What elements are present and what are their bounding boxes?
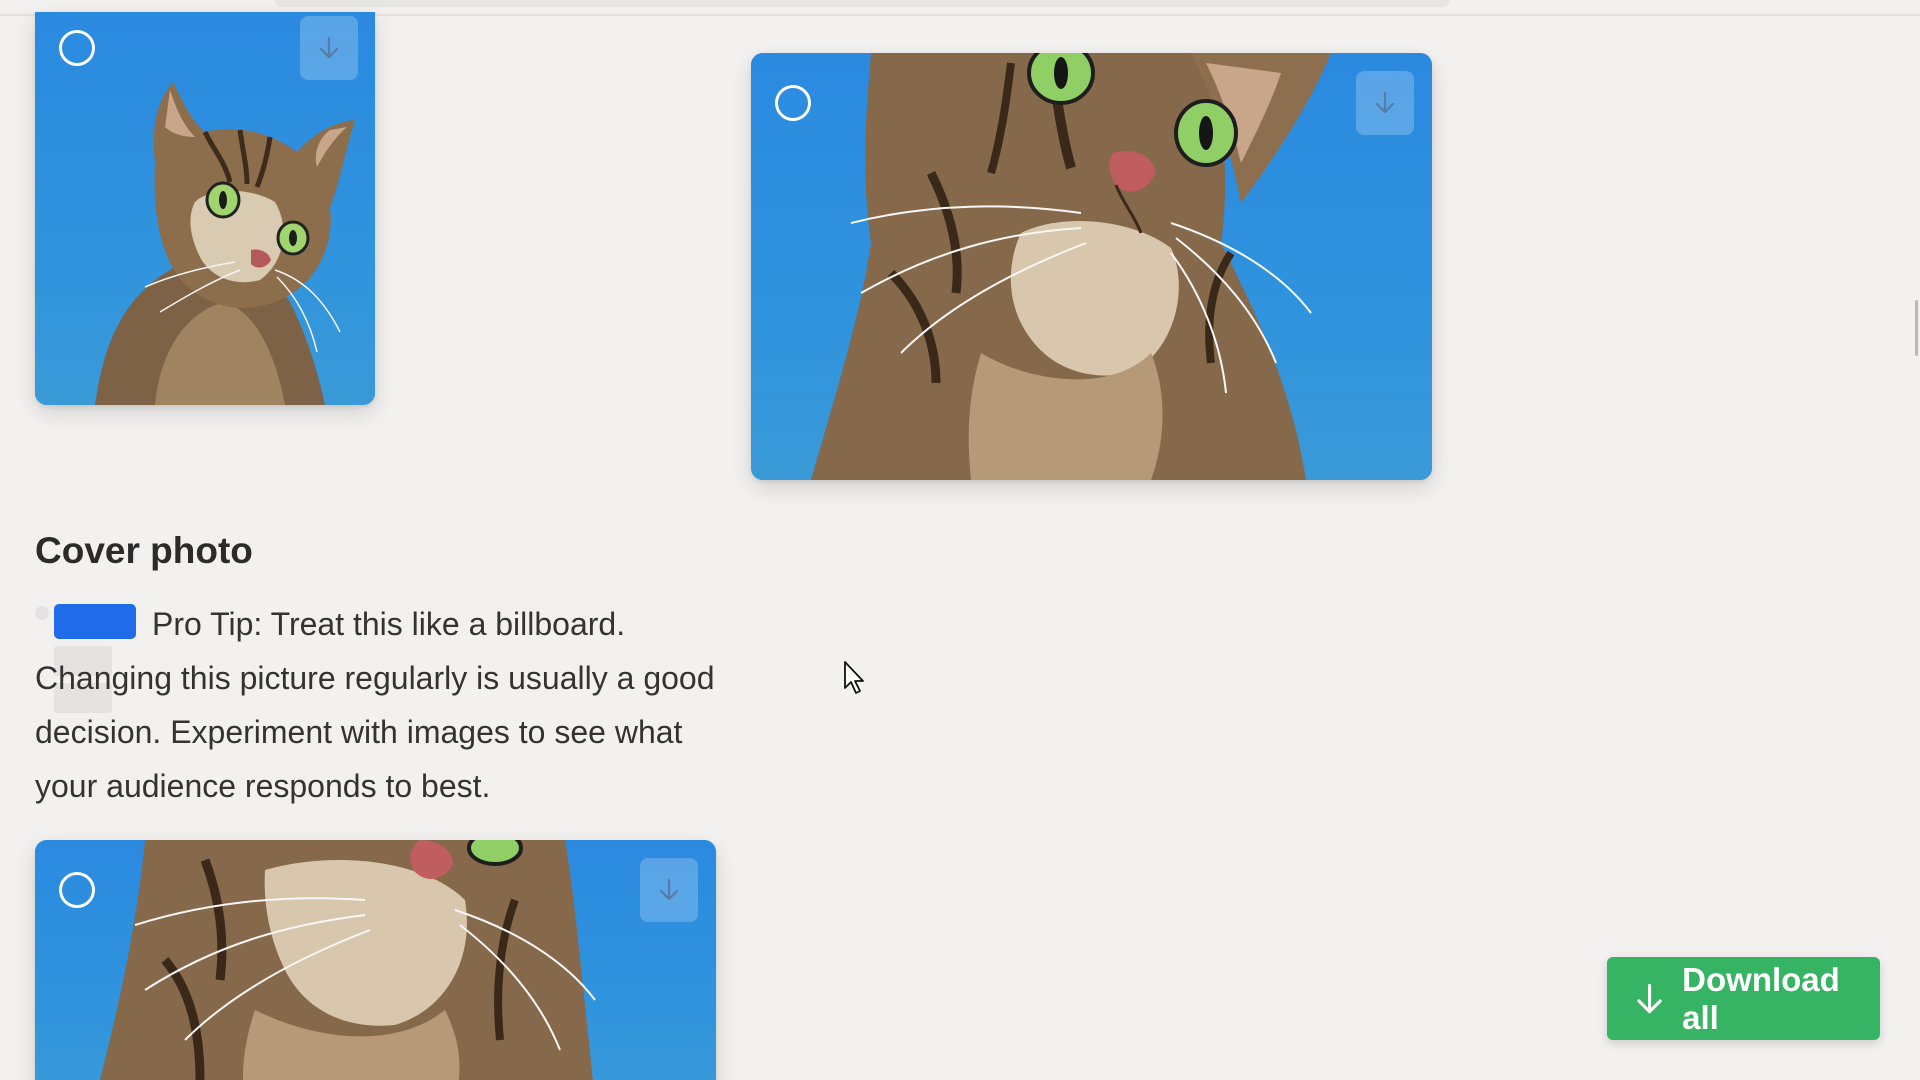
cat-photo [99, 840, 596, 1080]
download-button[interactable] [640, 858, 698, 922]
download-button[interactable] [1356, 71, 1414, 135]
arrow-down-icon [319, 36, 339, 59]
arrow-down-icon [659, 878, 679, 901]
image-card[interactable] [35, 12, 375, 405]
pro-tip-text: Pro Tip: Treat this like a billboard. Ch… [35, 606, 715, 804]
mouse-cursor-icon [844, 661, 864, 694]
scrollbar-thumb[interactable] [1915, 300, 1918, 356]
select-circle-icon[interactable] [59, 30, 95, 66]
image-card[interactable] [751, 53, 1432, 480]
download-button[interactable] [300, 16, 358, 80]
section-title: Cover photo [35, 530, 253, 571]
select-circle-icon[interactable] [775, 85, 811, 121]
download-all-label: Download all [1682, 960, 1840, 1036]
arrow-down-icon [1637, 983, 1662, 1013]
select-circle-icon[interactable] [59, 872, 95, 908]
top-tab-edge [275, 0, 1450, 7]
page: Cover photo Pro Tip: Treat this like a b… [0, 0, 1920, 1080]
cat-photo [811, 53, 1331, 480]
arrow-down-icon [1375, 91, 1395, 114]
image-card[interactable] [35, 840, 716, 1080]
download-all-button[interactable]: Download all [1607, 957, 1880, 1040]
